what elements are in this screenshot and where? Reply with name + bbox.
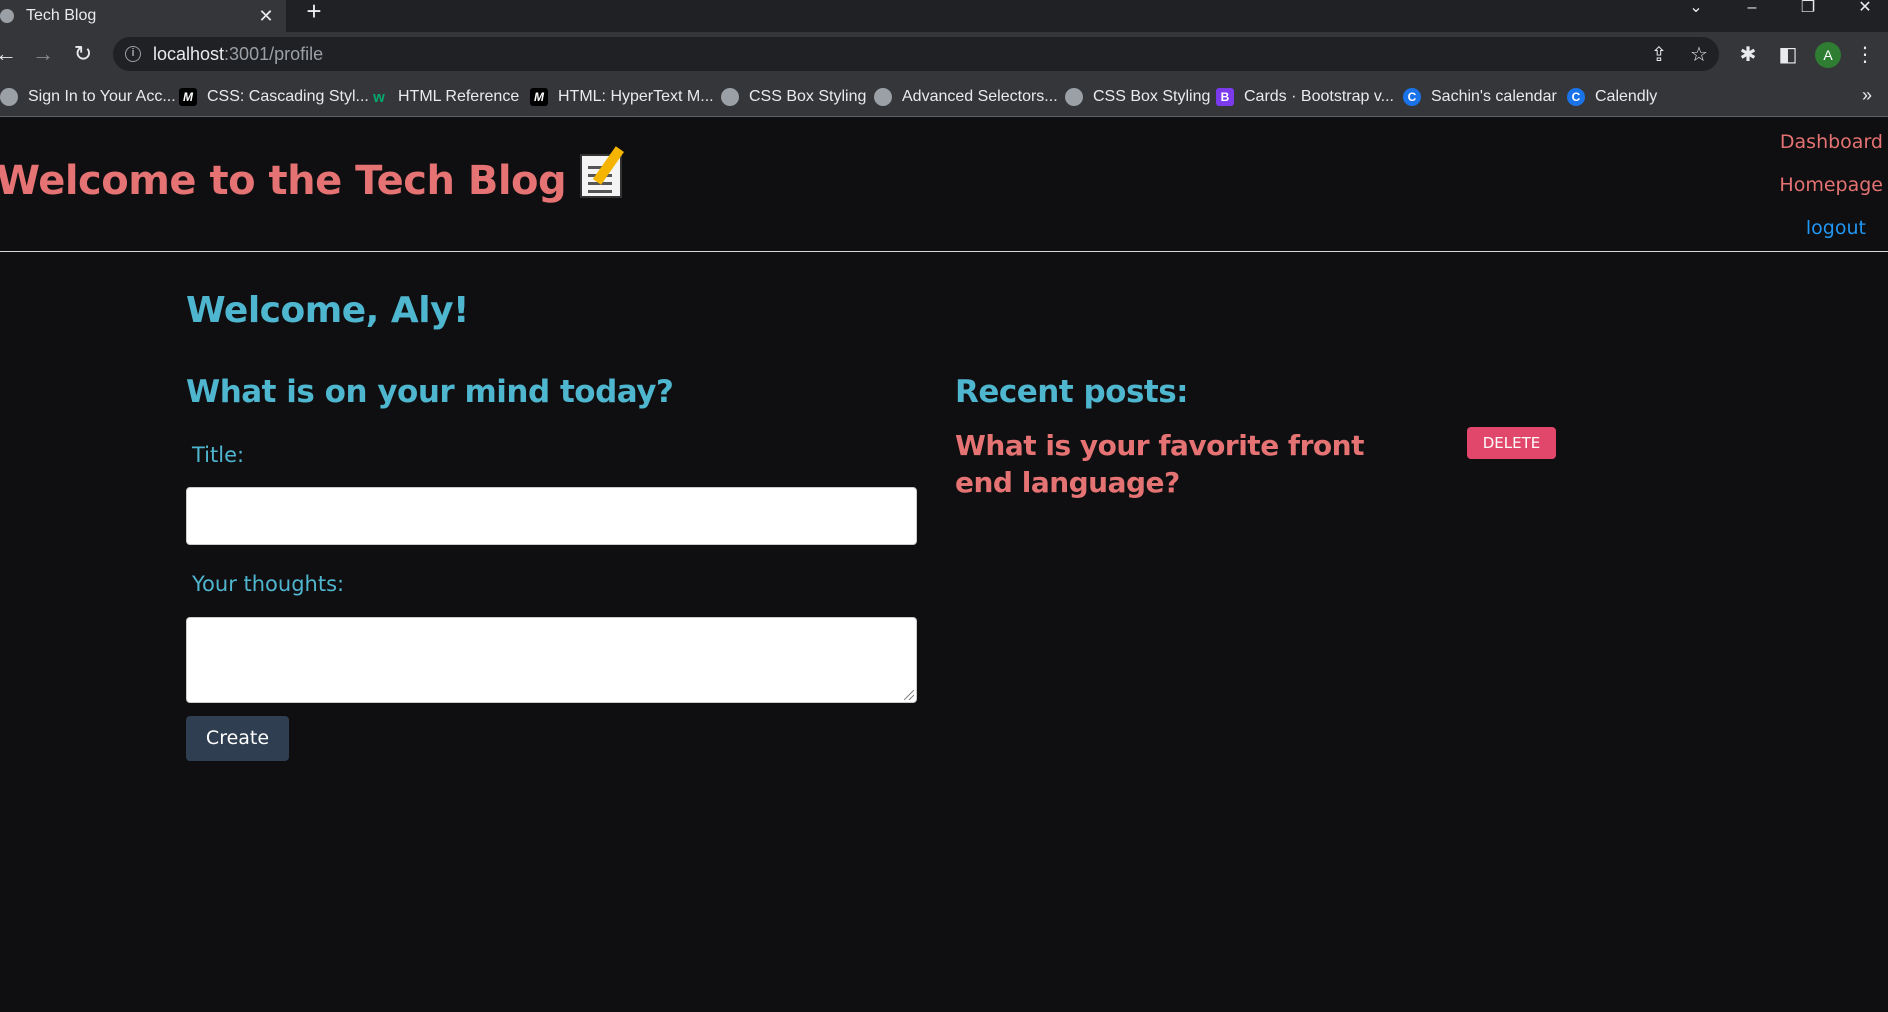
bookmarks-bar: Sign In to Your Acc... M CSS: Cascading … xyxy=(0,77,1888,117)
minimize-button[interactable]: – xyxy=(1737,0,1767,20)
reload-button[interactable]: ↻ xyxy=(69,40,97,68)
memo-icon xyxy=(580,154,623,198)
calendly-icon: C xyxy=(1567,88,1585,106)
post-content-textarea[interactable] xyxy=(186,617,917,703)
share-icon[interactable]: ⇪ xyxy=(1647,43,1671,67)
bookmark-item[interactable]: C Sachin's calendar xyxy=(1403,85,1557,109)
bookmark-star-icon[interactable]: ☆ xyxy=(1687,43,1711,67)
bookmark-item[interactable]: C Calendly xyxy=(1567,85,1657,109)
side-panel-icon[interactable]: ◧ xyxy=(1775,42,1801,68)
new-tab-button[interactable]: + xyxy=(300,0,328,24)
profile-avatar[interactable]: A xyxy=(1815,42,1841,68)
site-header: Welcome to the Tech Blog Dashboard Homep… xyxy=(0,118,1888,252)
nav-homepage-link[interactable]: Homepage xyxy=(1779,174,1883,196)
close-tab-icon[interactable]: ✕ xyxy=(256,6,276,26)
menu-kebab-icon[interactable]: ⋮ xyxy=(1852,42,1878,68)
w3schools-icon: w xyxy=(373,88,385,106)
globe-icon xyxy=(0,88,18,106)
delete-post-button[interactable]: DELETE xyxy=(1467,427,1556,459)
bookmark-item[interactable]: Advanced Selectors... xyxy=(874,85,1058,109)
post-title-link[interactable]: What is your favorite front end language… xyxy=(955,427,1395,501)
browser-tabstrip: Tech Blog ✕ + ⌄ – ❐ ✕ xyxy=(0,0,1888,32)
forward-button[interactable]: → xyxy=(29,40,57,68)
bookmarks-overflow-button[interactable]: » xyxy=(1862,85,1872,106)
globe-icon xyxy=(0,9,14,23)
nav-dashboard-link[interactable]: Dashboard xyxy=(1780,131,1883,153)
calendly-icon: C xyxy=(1403,88,1421,106)
extensions-icon[interactable]: ✱ xyxy=(1735,42,1761,68)
close-window-button[interactable]: ✕ xyxy=(1850,0,1880,20)
site-title: Welcome to the Tech Blog xyxy=(0,154,623,204)
bookmark-item[interactable]: M HTML: HyperText M... xyxy=(530,85,714,109)
site-info-icon[interactable]: i xyxy=(125,46,141,62)
recent-posts-heading: Recent posts: xyxy=(955,374,1189,410)
globe-icon xyxy=(1065,88,1083,106)
post-title-input[interactable] xyxy=(186,487,917,545)
welcome-heading: Welcome, Aly! xyxy=(186,290,469,331)
resize-handle-icon[interactable] xyxy=(904,690,914,700)
mdn-icon: M xyxy=(179,88,197,106)
globe-icon xyxy=(721,88,739,106)
bookmark-item[interactable]: w HTML Reference xyxy=(370,85,519,109)
url-text[interactable]: localhost:3001/profile xyxy=(153,44,323,65)
bookmark-item[interactable]: M CSS: Cascading Styl... xyxy=(179,85,369,109)
globe-icon xyxy=(874,88,892,106)
restore-button[interactable]: ❐ xyxy=(1793,0,1823,20)
bootstrap-icon: B xyxy=(1216,88,1234,106)
title-label: Title: xyxy=(192,443,245,467)
browser-tab[interactable]: Tech Blog ✕ xyxy=(0,0,286,32)
back-button[interactable]: ← xyxy=(0,40,20,68)
address-bar[interactable]: i localhost:3001/profile ⇪ ☆ xyxy=(113,37,1719,71)
tab-title: Tech Blog xyxy=(26,7,97,24)
bookmark-item[interactable]: Sign In to Your Acc... xyxy=(0,85,176,109)
bookmark-item[interactable]: B Cards · Bootstrap v... xyxy=(1216,85,1394,109)
thoughts-label: Your thoughts: xyxy=(192,572,345,596)
new-post-heading: What is on your mind today? xyxy=(186,374,674,410)
create-post-button[interactable]: Create xyxy=(186,716,289,761)
bookmark-item[interactable]: CSS Box Styling xyxy=(1065,85,1210,109)
mdn-icon: M xyxy=(530,88,548,106)
browser-toolbar: ← → ↻ i localhost:3001/profile ⇪ ☆ ✱ ◧ A… xyxy=(0,32,1888,77)
bookmark-item[interactable]: CSS Box Styling xyxy=(721,85,866,109)
logout-link[interactable]: logout xyxy=(1806,217,1866,239)
tab-search-icon[interactable]: ⌄ xyxy=(1681,0,1711,20)
